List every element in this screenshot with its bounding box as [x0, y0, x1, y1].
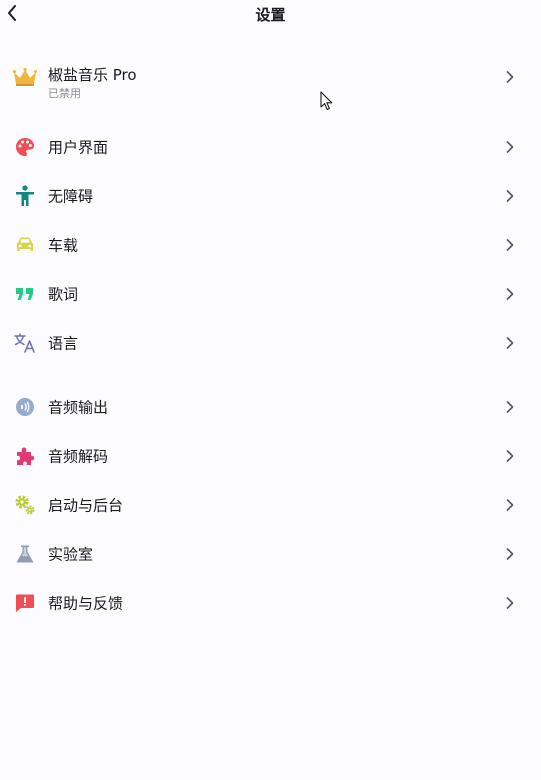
palette-icon [13, 135, 37, 159]
settings-item-help-feedback[interactable]: 帮助与反馈 [0, 578, 541, 627]
settings-item-audio-output[interactable]: 音频输出 [0, 382, 541, 431]
page-title: 设置 [255, 6, 286, 24]
car-icon [13, 233, 37, 257]
settings-item-pro[interactable]: 椒盐音乐 Pro 已禁用 [0, 47, 541, 107]
settings-item-label: 音频输出 [48, 398, 109, 416]
settings-item-car[interactable]: 车载 [0, 220, 541, 269]
settings-item-audio-decoding[interactable]: 音频解码 [0, 431, 541, 480]
chevron-right-icon [505, 70, 515, 84]
settings-item-lyrics[interactable]: 歌词 [0, 269, 541, 318]
settings-item-accessibility[interactable]: 无障碍 [0, 171, 541, 220]
chevron-right-icon [505, 336, 515, 350]
settings-item-label: 帮助与反馈 [48, 594, 124, 612]
translate-icon [13, 331, 37, 355]
settings-item-startup-background[interactable]: 启动与后台 [0, 480, 541, 529]
settings-item-label: 椒盐音乐 Pro [48, 66, 137, 84]
settings-item-label: 无障碍 [48, 187, 94, 205]
puzzle-icon [13, 444, 37, 468]
settings-item-label: 语言 [48, 334, 79, 352]
pro-status-text: 已禁用 [48, 87, 81, 100]
chevron-right-icon [505, 238, 515, 252]
crown-icon [13, 65, 37, 89]
chevron-right-icon [505, 400, 515, 414]
chevron-right-icon [505, 287, 515, 301]
settings-item-label: 音频解码 [48, 447, 109, 465]
settings-item-user-interface[interactable]: 用户界面 [0, 122, 541, 171]
accessibility-icon [13, 184, 37, 208]
chevron-right-icon [505, 140, 515, 154]
chevron-right-icon [505, 449, 515, 463]
feedback-icon [13, 591, 37, 615]
chevron-right-icon [505, 189, 515, 203]
quote-icon [13, 282, 37, 306]
flask-icon [13, 542, 37, 566]
settings-item-lab[interactable]: 实验室 [0, 529, 541, 578]
gears-icon [13, 493, 37, 517]
settings-item-label: 实验室 [48, 545, 94, 563]
chevron-right-icon [505, 547, 515, 561]
audio-output-icon [13, 395, 37, 419]
settings-item-label: 歌词 [48, 285, 79, 303]
top-bar: 设置 [0, 0, 541, 28]
settings-item-language[interactable]: 语言 [0, 318, 541, 367]
settings-item-label: 用户界面 [48, 138, 109, 156]
mouse-cursor-icon [320, 91, 333, 111]
settings-item-label: 车载 [48, 236, 79, 254]
settings-item-label: 启动与后台 [48, 496, 124, 514]
chevron-right-icon [505, 596, 515, 610]
chevron-right-icon [505, 498, 515, 512]
